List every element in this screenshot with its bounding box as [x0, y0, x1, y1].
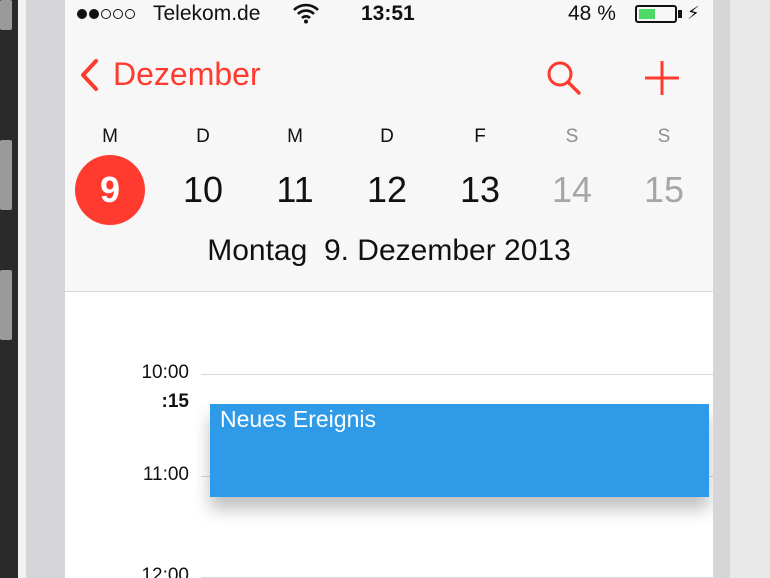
- weekday-label: S: [565, 126, 579, 147]
- weekday-label: S: [657, 126, 671, 147]
- back-button-label: Dezember: [113, 56, 261, 92]
- hour-label: 10:00: [141, 362, 189, 383]
- status-time: 13:51: [361, 2, 415, 25]
- weekday-label: M: [287, 126, 303, 147]
- weekday-label: D: [380, 126, 394, 147]
- add-event-button[interactable]: [642, 58, 682, 98]
- day-cell[interactable]: 11: [260, 155, 330, 225]
- day-cell[interactable]: 10: [168, 155, 238, 225]
- day-cell-selected[interactable]: 9: [75, 155, 145, 225]
- day-cell[interactable]: 15: [629, 155, 699, 225]
- phone-bezel-right: [730, 0, 770, 578]
- signal-dot: [113, 9, 123, 19]
- hour-label: 12:00: [141, 565, 189, 578]
- weekday-label: D: [196, 126, 210, 147]
- lightning-bolt-icon: ⚡︎: [687, 3, 700, 23]
- calendar-screen: Telekom.de 13:51 48 % ⚡︎ Dezember M D M …: [65, 0, 713, 578]
- hour-label: 11:00: [142, 464, 189, 485]
- day-timeline[interactable]: 10:00 :15 11:00 12:00 Neues Ereignis: [65, 292, 713, 578]
- day-cell[interactable]: 14: [537, 155, 607, 225]
- mute-switch: [0, 0, 12, 30]
- carrier-name: Telekom.de: [153, 2, 261, 25]
- signal-dot: [77, 9, 87, 19]
- phone-bezel-inner: [18, 0, 26, 578]
- plus-icon: [645, 61, 679, 95]
- event-title: Neues Ereignis: [220, 406, 376, 432]
- battery-level-fill: [639, 9, 655, 19]
- weekday-header-row: M D M D F S S: [65, 126, 713, 148]
- weekday-label: F: [474, 126, 486, 147]
- signal-dot: [89, 9, 99, 19]
- search-button[interactable]: [544, 58, 584, 98]
- signal-dot: [125, 9, 135, 19]
- wifi-icon: [293, 2, 319, 30]
- selected-date-title: Montag 9. Dezember 2013: [207, 234, 571, 267]
- signal-strength-indicator: [77, 9, 135, 19]
- navigation-bar: Dezember: [65, 50, 713, 110]
- status-bar: Telekom.de 13:51 48 % ⚡︎: [65, 0, 713, 30]
- hour-line: [201, 374, 713, 375]
- volume-down-button: [0, 270, 12, 340]
- event-block[interactable]: Neues Ereignis: [210, 404, 709, 497]
- day-cell[interactable]: 13: [445, 155, 515, 225]
- day-cell[interactable]: 12: [352, 155, 422, 225]
- signal-dot: [101, 9, 111, 19]
- battery-tip: [678, 10, 682, 18]
- quarter-hour-label: :15: [161, 391, 189, 412]
- search-icon: [547, 61, 581, 95]
- week-day-strip: 9 10 11 12 13 14 15: [65, 155, 713, 226]
- weekday-label: M: [102, 126, 118, 147]
- battery-percentage: 48 %: [568, 2, 616, 25]
- chevron-left-icon: [81, 58, 98, 91]
- volume-up-button: [0, 140, 12, 210]
- phone-frame: Telekom.de 13:51 48 % ⚡︎ Dezember M D M …: [0, 0, 770, 578]
- back-to-month-button[interactable]: Dezember: [79, 56, 261, 93]
- battery-icon: [635, 5, 677, 23]
